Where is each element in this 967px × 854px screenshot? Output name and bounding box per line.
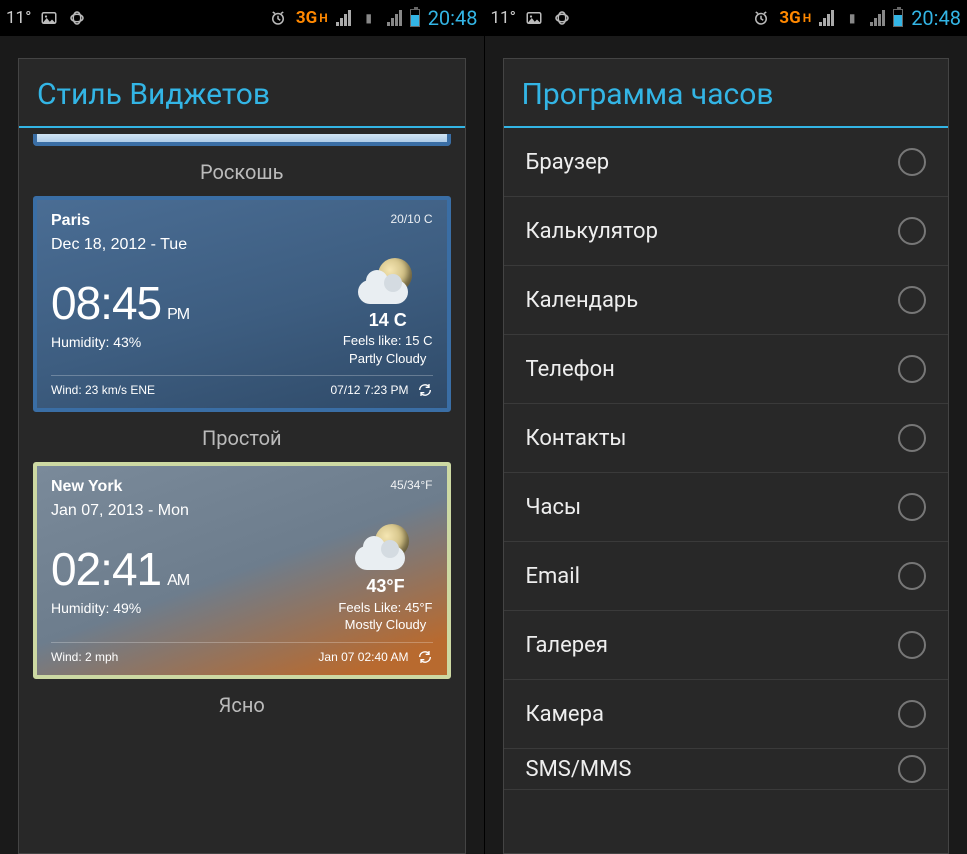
app-item-label: Калькулятор	[526, 219, 658, 244]
app-item-label: Браузер	[526, 150, 610, 175]
sync-icon	[552, 8, 572, 28]
widget-city: Paris	[51, 212, 90, 230]
network-type: 3G	[296, 8, 317, 28]
radio-icon	[898, 217, 926, 245]
alarm-icon	[268, 8, 288, 28]
image-icon	[39, 8, 59, 28]
sim-icon: ▮	[359, 8, 379, 28]
widget-ampm: AM	[167, 572, 189, 590]
widget-date: Dec 18, 2012 - Tue	[51, 236, 433, 254]
app-item-clock[interactable]: Часы	[504, 473, 949, 542]
app-item-email[interactable]: Email	[504, 542, 949, 611]
widget-style-simple[interactable]: New York 45/34°F Jan 07, 2013 - Mon 02:4…	[33, 462, 451, 678]
app-item-label: Камера	[526, 702, 604, 727]
app-item-label: Контакты	[526, 426, 627, 451]
widget-temp: 43°F	[338, 574, 432, 598]
app-item-calendar[interactable]: Календарь	[504, 266, 949, 335]
dialog-title: Программа часов	[504, 59, 949, 126]
sync-icon	[67, 8, 87, 28]
widget-updated: Jan 07 02:40 AM	[318, 650, 408, 664]
widget-temp: 14 C	[343, 308, 433, 332]
right-phone: 11° 3G H ▮ 20:48 Программа часов	[484, 0, 967, 854]
app-item-label: Галерея	[526, 633, 608, 658]
signal-1-icon	[819, 10, 834, 26]
widget-wind: Wind: 23 km/s ENE	[51, 383, 155, 397]
radio-icon	[898, 631, 926, 659]
app-item-camera[interactable]: Камера	[504, 680, 949, 749]
widget-humidity: Humidity: 43%	[51, 334, 189, 350]
app-item-contacts[interactable]: Контакты	[504, 404, 949, 473]
widget-feels: Feels Like: 45°F	[338, 599, 432, 617]
app-item-label: SMS/MMS	[526, 757, 632, 782]
style-caption-clear: Ясно	[19, 679, 465, 729]
status-temp: 11°	[491, 8, 516, 28]
app-item-label: Email	[526, 564, 580, 589]
widget-temp-range: 45/34°F	[390, 478, 432, 496]
app-item-calculator[interactable]: Калькулятор	[504, 197, 949, 266]
widget-ampm: PM	[167, 306, 189, 324]
radio-icon	[898, 562, 926, 590]
refresh-icon[interactable]	[417, 382, 433, 398]
app-item-label: Телефон	[526, 357, 615, 382]
widget-feels: Feels like: 15 C	[343, 332, 433, 350]
app-item-sms[interactable]: SMS/MMS	[504, 749, 949, 790]
widget-style-dialog: Стиль Виджетов Роскошь Paris 20/10 C Dec…	[18, 58, 466, 854]
widget-time-value: 08:45	[51, 276, 161, 330]
widget-style-luxury[interactable]: Paris 20/10 C Dec 18, 2012 - Tue 08:45 P…	[33, 196, 451, 412]
left-phone: 11° 3G H ▮ 20:48 Стиль Виджетов	[0, 0, 484, 854]
widget-temp-range: 20/10 C	[390, 212, 432, 230]
clock-app-dialog: Программа часов Браузер Калькулятор Кале…	[503, 58, 950, 854]
widget-time: 02:41 AM	[51, 542, 189, 596]
app-item-phone[interactable]: Телефон	[504, 335, 949, 404]
app-item-browser[interactable]: Браузер	[504, 128, 949, 197]
app-list: Браузер Калькулятор Календарь Телефон	[504, 128, 949, 790]
radio-icon	[898, 148, 926, 176]
network-h: H	[803, 11, 811, 25]
battery-icon	[893, 9, 903, 27]
refresh-icon[interactable]	[417, 649, 433, 665]
status-bar: 11° 3G H ▮ 20:48	[0, 0, 484, 36]
network-type: 3G	[779, 8, 800, 28]
radio-icon	[898, 355, 926, 383]
weather-icon	[355, 524, 415, 570]
style-caption-simple: Простой	[19, 412, 465, 462]
sim-icon: ▮	[842, 8, 862, 28]
widget-updated: 07/12 7:23 PM	[330, 383, 408, 397]
app-item-label: Календарь	[526, 288, 639, 313]
widget-condition: Mostly Cloudy	[338, 616, 432, 634]
widget-humidity: Humidity: 49%	[51, 600, 189, 616]
dialog-title: Стиль Виджетов	[19, 59, 465, 126]
weather-icon	[358, 258, 418, 304]
signal-2-icon	[387, 10, 402, 26]
radio-icon	[898, 755, 926, 783]
widget-style-prev-peek[interactable]	[33, 134, 451, 146]
signal-2-icon	[870, 10, 885, 26]
radio-icon	[898, 493, 926, 521]
status-clock: 20:48	[428, 6, 478, 30]
widget-time: 08:45 PM	[51, 276, 189, 330]
signal-1-icon	[336, 10, 351, 26]
style-caption-luxury: Роскошь	[19, 146, 465, 196]
widget-city: New York	[51, 478, 122, 496]
widget-date: Jan 07, 2013 - Mon	[51, 502, 433, 520]
image-icon	[524, 8, 544, 28]
widget-time-value: 02:41	[51, 542, 161, 596]
network-h: H	[319, 11, 327, 25]
radio-icon	[898, 286, 926, 314]
status-bar: 11° 3G H ▮ 20:48	[485, 0, 967, 36]
widget-condition: Partly Cloudy	[343, 350, 433, 368]
app-item-gallery[interactable]: Галерея	[504, 611, 949, 680]
widget-wind: Wind: 2 mph	[51, 650, 118, 664]
alarm-icon	[751, 8, 771, 28]
status-clock: 20:48	[911, 6, 961, 30]
radio-icon	[898, 424, 926, 452]
status-temp: 11°	[6, 8, 31, 28]
radio-icon	[898, 700, 926, 728]
battery-icon	[410, 9, 420, 27]
app-item-label: Часы	[526, 495, 582, 520]
